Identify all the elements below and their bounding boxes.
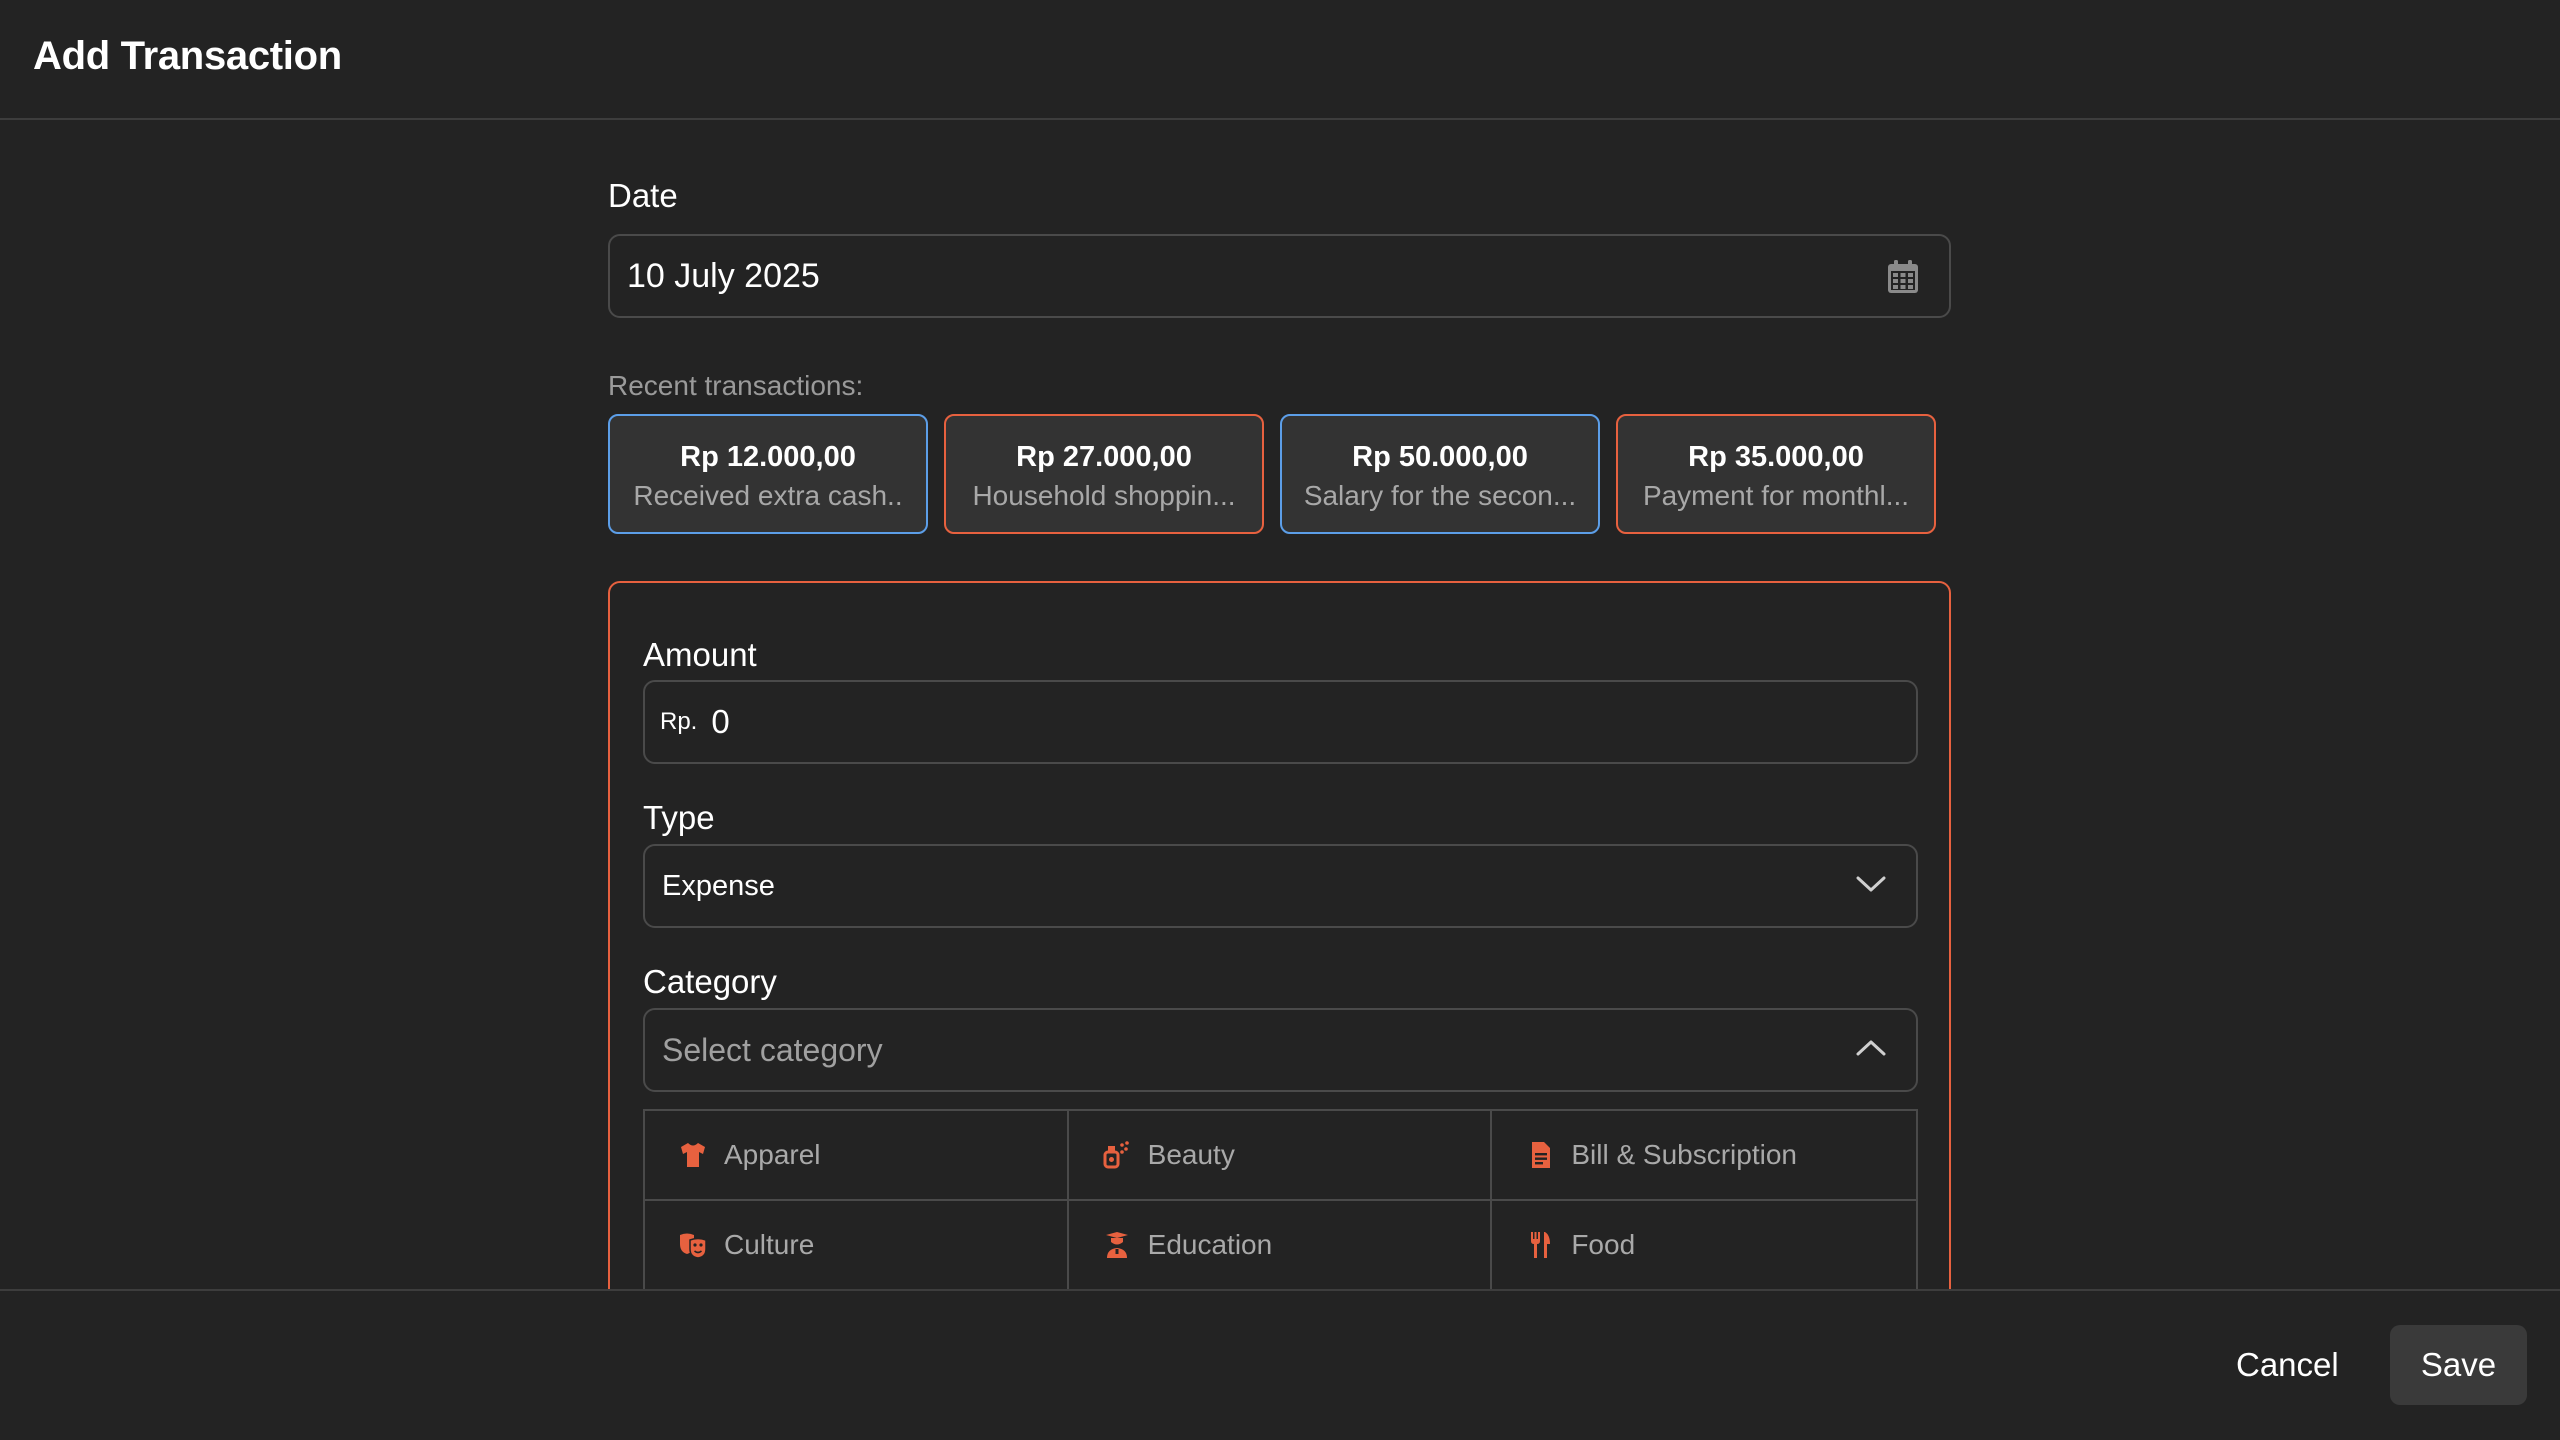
category-option-bill-subscription[interactable]: Bill & Subscription xyxy=(1492,1111,1916,1201)
recent-transaction-chip[interactable]: Rp 12.000,00 Received extra cash.. xyxy=(608,414,928,534)
type-select[interactable]: Expense xyxy=(643,844,1918,928)
category-option-label: Food xyxy=(1571,1229,1636,1260)
chip-description: Household shoppin... xyxy=(972,480,1236,511)
category-option-beauty[interactable]: Beauty xyxy=(1068,1111,1493,1201)
category-options-grid: Apparel Beauty Bill & Subscription Cultu… xyxy=(643,1109,1918,1289)
recent-transactions-list: Rp 12.000,00 Received extra cash.. Rp 27… xyxy=(608,414,1951,534)
category-option-apparel[interactable]: Apparel xyxy=(645,1111,1069,1201)
chip-amount: Rp 50.000,00 xyxy=(1352,441,1528,473)
cancel-button[interactable]: Cancel xyxy=(2212,1325,2363,1405)
chip-amount: Rp 27.000,00 xyxy=(1016,441,1192,473)
date-field[interactable]: 10 July 2025 xyxy=(608,234,1951,318)
currency-prefix: Rp. xyxy=(660,708,698,735)
receipt-icon xyxy=(1532,1142,1551,1168)
category-placeholder: Select category xyxy=(662,1031,883,1068)
calendar-icon[interactable] xyxy=(1887,260,1919,294)
chevron-down-icon xyxy=(1856,876,1886,892)
chip-amount: Rp 12.000,00 xyxy=(680,441,856,473)
form-scroll-area[interactable]: Date 10 July 2025 Recent transactions: R… xyxy=(0,121,2560,1289)
chip-description: Salary for the secon... xyxy=(1303,480,1577,511)
shirt-icon xyxy=(681,1143,705,1167)
type-label: Type xyxy=(643,799,715,836)
date-value: 10 July 2025 xyxy=(627,256,820,295)
theater-masks-icon xyxy=(680,1233,707,1259)
category-option-education[interactable]: Education xyxy=(1069,1201,1493,1289)
recent-transaction-chip[interactable]: Rp 50.000,00 Salary for the secon... xyxy=(1280,414,1600,534)
category-label: Category xyxy=(643,963,777,1000)
utensils-icon xyxy=(1531,1232,1551,1258)
amount-value: 0 xyxy=(711,703,730,740)
graduate-icon xyxy=(1105,1232,1128,1258)
dialog-footer: Cancel Save xyxy=(0,1289,2560,1440)
perfume-icon xyxy=(1103,1141,1129,1169)
type-value: Expense xyxy=(662,869,775,902)
recent-transaction-chip[interactable]: Rp 27.000,00 Household shoppin... xyxy=(944,414,1264,534)
date-label: Date xyxy=(608,177,678,214)
chip-description: Payment for monthl... xyxy=(1642,480,1910,511)
recent-transaction-chip[interactable]: Rp 35.000,00 Payment for monthl... xyxy=(1616,414,1936,534)
category-select[interactable]: Select category xyxy=(643,1008,1918,1092)
chip-amount: Rp 35.000,00 xyxy=(1688,441,1864,473)
save-button[interactable]: Save xyxy=(2390,1325,2527,1405)
category-option-label: Education xyxy=(1147,1229,1273,1260)
category-option-label: Beauty xyxy=(1147,1139,1235,1170)
amount-input[interactable]: Rp. 0 xyxy=(643,680,1918,764)
chip-description: Received extra cash.. xyxy=(633,480,903,511)
transaction-form-card: Amount Rp. 0 Type Expense Category Selec… xyxy=(608,581,1951,1289)
dialog-header: Add Transaction xyxy=(0,0,2560,120)
category-option-culture[interactable]: Culture xyxy=(645,1201,1069,1289)
category-option-label: Bill & Subscription xyxy=(1571,1139,1797,1170)
category-option-label: Culture xyxy=(724,1229,815,1260)
chevron-up-icon xyxy=(1856,1040,1886,1056)
recent-transactions-label: Recent transactions: xyxy=(608,370,864,401)
amount-label: Amount xyxy=(643,636,757,673)
category-option-food[interactable]: Food xyxy=(1492,1201,1916,1289)
page-title: Add Transaction xyxy=(33,34,342,78)
category-option-label: Apparel xyxy=(724,1139,821,1170)
